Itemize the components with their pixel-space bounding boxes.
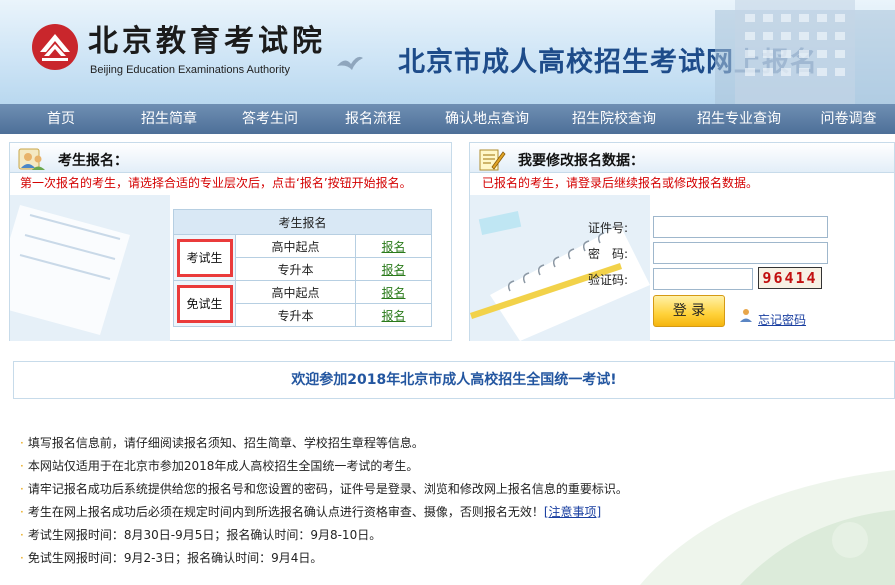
exam-student-label: 考试生 [176,238,233,277]
modify-panel-header: 我要修改报名数据： [470,143,894,173]
leaf-decoration-icon [640,470,895,585]
notebook-illustration-icon [10,195,170,341]
register-action-cell: 报名 [355,303,432,327]
bullet-icon: · [20,528,24,542]
notice-text: 考试生网报时间：8月30日-9月5日；报名确认时间：9月8-10日。 [27,528,382,542]
nav-item-6[interactable]: 招生专业查询 [676,104,802,134]
bullet-icon: · [20,482,24,496]
register-notice: 第一次报名的考生，请选择合适的专业层次后，点击‘报名’按钮开始报名。 [20,176,412,190]
level-cell: 专升本 [235,257,356,281]
logo-english-text: Beijing Education Examinations Authority [90,64,290,76]
bullet-icon: · [20,459,24,473]
level-cell: 专升本 [235,303,356,327]
main-nav: 首页 招生简章 答考生问 报名流程 确认地点查询 招生院校查询 招生专业查询 问卷调查 [0,104,895,134]
notice-text: 免试生网报时间：9月2-3日；报名确认时间：9月4日。 [27,551,323,565]
modify-panel: 我要修改报名数据： 已报名的考生，请登录后继续报名或修改报名数据。 证件号: 密… [469,142,895,341]
bird-icon [337,56,363,70]
logo-chinese-text: 北京教育考试院 [88,24,326,59]
users-icon [18,148,45,170]
nav-item-2[interactable]: 答考生问 [216,104,324,134]
register-action-cell: 报名 [355,234,432,258]
login-button[interactable]: 登 录 [653,295,725,327]
modify-panel-title: 我要修改报名数据： [518,153,644,169]
id-label: 证件号: [588,221,629,235]
nav-item-0[interactable]: 首页 [0,104,122,134]
id-number-input[interactable] [653,216,828,238]
register-panel: 考生报名： 第一次报名的考生，请选择合适的专业层次后，点击‘报名’按钮开始报名。… [9,142,452,341]
forgot-password-icon [740,309,752,322]
site-header: 北京教育考试院 Beijing Education Examinations A… [0,0,895,104]
register-link-exempt-upgrade[interactable]: 报名 [381,309,405,323]
captcha-input[interactable] [653,268,753,290]
nav-item-3[interactable]: 报名流程 [324,104,422,134]
nav-item-1[interactable]: 招生简章 [122,104,216,134]
level-cell: 高中起点 [235,280,356,304]
register-table: 考生报名 考试生 高中起点 报名 专升本 报名 免试生 高中起点 报名 专升本 … [173,209,432,327]
nav-item-7[interactable]: 问卷调查 [802,104,895,134]
beijing-exam-logo-icon [32,24,78,70]
password-input[interactable] [653,242,828,264]
register-action-cell: 报名 [355,257,432,281]
captcha-image[interactable]: 96414 [758,267,822,289]
level-cell: 高中起点 [235,234,356,258]
register-panel-header: 考生报名： [10,143,451,173]
register-action-cell: 报名 [355,280,432,304]
welcome-banner: 欢迎参加2018年北京市成人高校招生全国统一考试! [13,361,895,399]
register-link-exam-highschool[interactable]: 报名 [381,240,405,254]
edit-form-icon [479,149,506,171]
modify-notice: 已报名的考生，请登录后继续报名或修改报名数据。 [482,176,759,190]
exempt-student-label: 免试生 [176,284,233,323]
captcha-label: 验证码: [588,273,629,287]
register-table-header: 考生报名 [173,209,432,235]
bullet-icon: · [20,505,24,519]
notice-text: 考生在网上报名成功后必须在规定时间内到所选报名确认点进行资格审查、摄像，否则报名… [27,505,544,519]
register-link-exam-upgrade[interactable]: 报名 [381,263,405,277]
bullet-icon: · [20,551,24,565]
spiral-notebook-illustration-icon [470,195,650,341]
nav-item-4[interactable]: 确认地点查询 [422,104,552,134]
exam-student-cell: 考试生 [173,234,236,281]
notice-text: 本网站仅适用于在北京市参加2018年成人高校招生全国统一考试的考生。 [27,459,419,473]
register-link-exempt-highschool[interactable]: 报名 [381,286,405,300]
exempt-student-cell: 免试生 [173,280,236,327]
forgot-password-link[interactable]: 忘记密码 [758,311,806,328]
notice-text: 填写报名信息前，请仔细阅读报名须知、招生简章、学校招生章程等信息。 [27,436,424,450]
building-illustration-icon [715,0,895,104]
password-label: 密 码: [588,247,629,261]
nav-item-5[interactable]: 招生院校查询 [552,104,676,134]
bullet-icon: · [20,436,24,450]
register-panel-title: 考生报名： [58,153,128,169]
